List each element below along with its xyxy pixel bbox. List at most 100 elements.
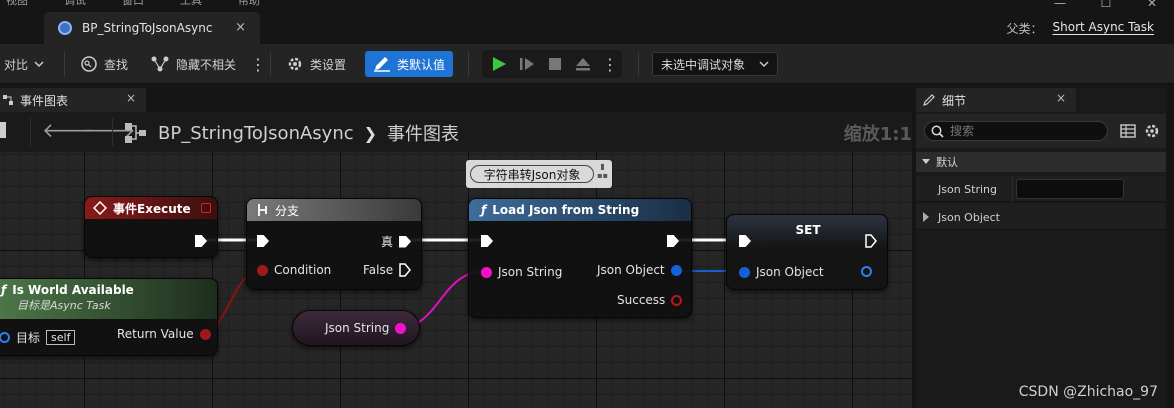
toolbar-divider xyxy=(64,52,65,76)
hide-unrelated-label: 隐藏不相关 xyxy=(176,57,237,72)
bool-pin-icon xyxy=(199,328,211,340)
graph-canvas[interactable]: 字符串转Json对象 ▮ ▪▪ 事件Execute ƒ Is World Avail… xyxy=(0,152,912,408)
breadcrumb-blueprint[interactable]: BP_StringToJsonAsync xyxy=(158,123,354,144)
debug-object-dropdown[interactable]: 未选中调试对象 xyxy=(652,52,778,76)
table-view-icon[interactable] xyxy=(1120,124,1136,138)
zoom-level: 缩放1:1 xyxy=(843,124,912,145)
close-window-button[interactable]: ✕ xyxy=(1142,0,1162,10)
node-var-json-string[interactable]: Json String xyxy=(292,310,420,346)
property-name: Json Object xyxy=(938,211,1000,224)
blueprint-icon xyxy=(58,21,72,35)
find-button[interactable]: 查找 xyxy=(80,52,128,76)
details-search-input[interactable] xyxy=(950,124,1090,138)
diff-button[interactable]: 对比 xyxy=(4,52,44,76)
pin-set-json-object-label: Json Object xyxy=(756,265,824,279)
pin-load-json-object[interactable]: Json Object xyxy=(597,263,682,277)
pin-target-label: 目标 xyxy=(16,331,41,345)
play-options-icon[interactable]: ⋮ xyxy=(602,55,618,74)
panel-edge xyxy=(1166,88,1174,408)
tab-details-label: 细节 xyxy=(942,93,967,108)
graph-icon xyxy=(3,95,13,105)
close-tab-icon[interactable]: × xyxy=(235,20,246,35)
node-load-json-from-string[interactable]: ƒ Load Json from String Json String Json… xyxy=(468,198,692,318)
breadcrumb: BP_StringToJsonAsync ❯ 事件图表 xyxy=(124,120,459,146)
play-icon[interactable] xyxy=(490,55,508,73)
pin-load-exec-out[interactable] xyxy=(667,235,679,247)
category-default[interactable]: 默认 xyxy=(916,152,1166,172)
object-pin-icon xyxy=(739,266,750,278)
property-json-string-input[interactable] xyxy=(1016,179,1124,199)
eject-icon[interactable] xyxy=(574,55,592,73)
maximize-button[interactable]: ☐ xyxy=(1096,0,1116,10)
category-default-label: 默认 xyxy=(936,156,958,169)
pin-branch-condition-label: Condition xyxy=(274,263,332,277)
pin-set-exec-out[interactable] xyxy=(865,234,877,248)
node-graph-icon xyxy=(151,56,169,72)
close-graph-tab-icon[interactable]: × xyxy=(126,91,136,105)
chevron-down-icon xyxy=(34,61,44,68)
tab-details[interactable]: 细节 × xyxy=(916,88,1076,112)
pin-load-exec-in[interactable] xyxy=(481,235,493,247)
document-tab[interactable]: BP_StringToJsonAsync × xyxy=(44,12,260,44)
pin-branch-condition[interactable]: Condition xyxy=(257,263,331,277)
tab-event-graph[interactable]: 事件图表 × xyxy=(0,88,146,112)
stop-icon[interactable] xyxy=(546,55,564,73)
minimize-button[interactable]: — xyxy=(1050,0,1070,10)
function-icon: ƒ xyxy=(1,283,7,297)
watermark: CSDN @Zhichao_97 xyxy=(1018,384,1158,400)
object-pin-icon xyxy=(861,266,872,277)
pin-branch-false-label: False xyxy=(363,263,394,277)
menu-tools[interactable]: 工具 xyxy=(180,0,202,7)
more-options-icon[interactable]: ⋮ xyxy=(250,52,266,76)
node-event-execute[interactable]: 事件Execute xyxy=(84,196,218,258)
expand-arrow-icon xyxy=(922,159,930,164)
pin-target[interactable]: 目标 self xyxy=(0,329,76,346)
property-row-json-object[interactable]: Json Object xyxy=(916,204,1166,230)
pin-set-json-object-in[interactable]: Json Object xyxy=(739,265,824,279)
class-settings-button[interactable]: 类设置 xyxy=(286,52,346,76)
pin-branch-exec-in[interactable] xyxy=(257,235,269,247)
parent-class-link[interactable]: Short Async Task xyxy=(1053,20,1155,37)
pin-exec-out[interactable] xyxy=(195,235,207,247)
pin-var-json-string[interactable]: Json String xyxy=(325,321,407,335)
pin-target-value[interactable]: self xyxy=(46,330,76,345)
string-pin-icon xyxy=(481,266,492,278)
hide-unrelated-button[interactable]: 隐藏不相关 xyxy=(150,52,236,76)
pin-load-success[interactable]: Success xyxy=(617,293,683,307)
pin-return-value[interactable]: Return Value xyxy=(117,327,211,341)
node-set[interactable]: SET Json Object xyxy=(726,214,888,290)
pin-set-json-object-out[interactable] xyxy=(861,266,872,277)
event-delegate-icon[interactable] xyxy=(201,203,211,213)
bookmark-icon[interactable] xyxy=(0,122,6,138)
node-branch[interactable]: 分支 真 Condition False xyxy=(246,198,422,290)
collapsed-arrow-icon xyxy=(923,212,929,222)
branch-icon xyxy=(258,204,267,216)
parent-class-info: 父类： Short Async Task xyxy=(1006,20,1154,37)
details-search-box[interactable] xyxy=(924,121,1108,141)
pin-load-json-string[interactable]: Json String xyxy=(481,265,562,279)
pin-comment-icon[interactable]: ▮ ▪▪ xyxy=(597,162,608,180)
graph-nav-bar: 🡐 🡒 BP_StringToJsonAsync ❯ 事件图表 缩放1:1 xyxy=(0,112,912,152)
pin-branch-true[interactable]: 真 xyxy=(381,233,412,250)
property-row-json-string: Json String xyxy=(916,176,1166,202)
pin-branch-false[interactable]: False xyxy=(363,263,412,277)
object-pin-icon xyxy=(0,332,10,343)
details-pencil-icon xyxy=(923,94,935,106)
step-icon[interactable] xyxy=(518,55,536,73)
node-is-world-available[interactable]: ƒ Is World Available 目标是Async Task 目标 sel… xyxy=(0,278,218,356)
menu-window[interactable]: 窗口 xyxy=(122,0,144,7)
nav-divider xyxy=(30,118,31,146)
menu-debug[interactable]: 调试 xyxy=(64,0,86,7)
close-details-tab-icon[interactable]: × xyxy=(1056,91,1066,105)
menu-help[interactable]: 帮助 xyxy=(238,0,260,7)
menu-view[interactable]: 视图 xyxy=(6,0,28,7)
node-comment-bubble[interactable]: 字符串转Json对象 ▮ ▪▪ xyxy=(466,160,612,188)
edit-pen-icon xyxy=(374,57,390,72)
chevron-down-icon xyxy=(759,61,769,68)
class-defaults-button[interactable]: 类默认值 xyxy=(365,51,454,77)
pin-set-exec-in[interactable] xyxy=(739,235,751,247)
pin-load-json-string-label: Json String xyxy=(498,265,563,279)
breadcrumb-graph[interactable]: 事件图表 xyxy=(387,120,459,146)
class-settings-label: 类设置 xyxy=(310,57,347,72)
settings-gear-icon[interactable] xyxy=(1144,123,1160,139)
